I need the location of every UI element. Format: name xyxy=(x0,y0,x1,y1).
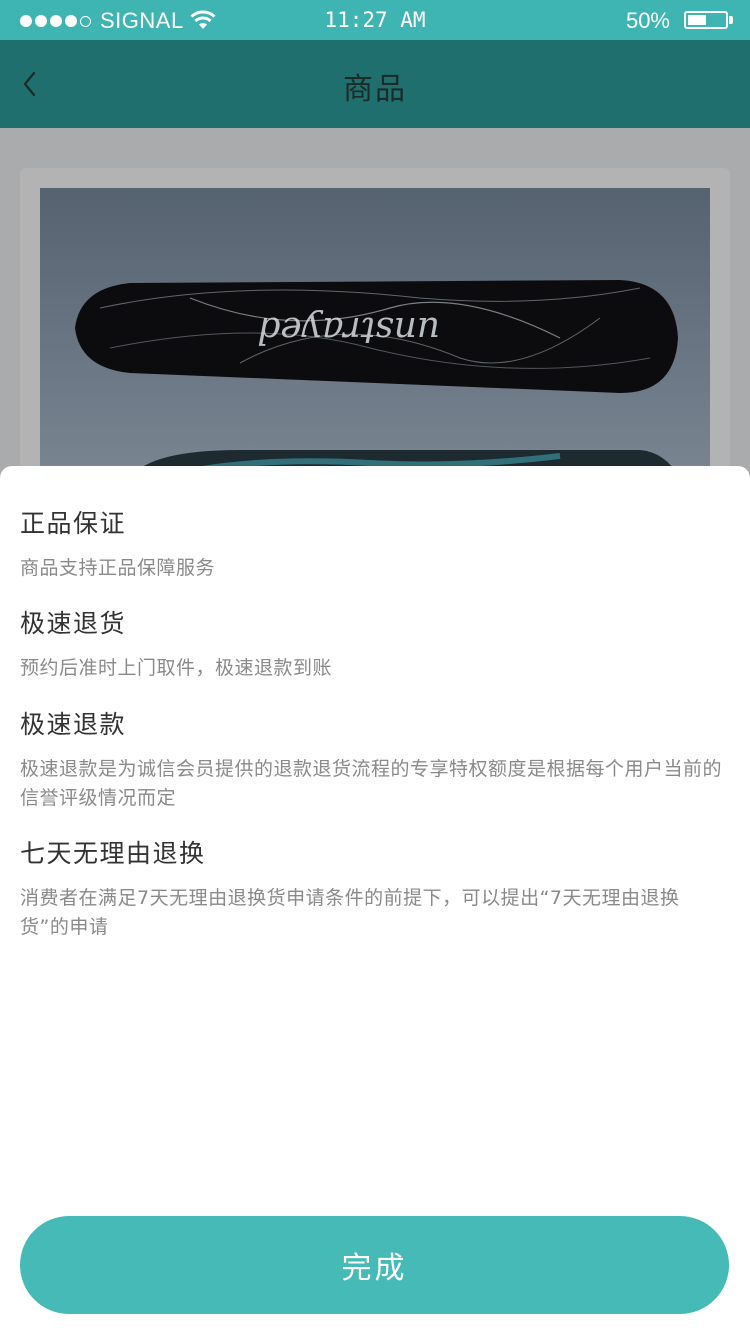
service-item-fast-return: 极速退货 预约后准时上门取件，极速退款到账 xyxy=(20,604,726,683)
service-title: 极速退货 xyxy=(20,609,127,638)
service-item-authentic: 正品保证 商品支持正品保障服务 xyxy=(20,504,726,583)
service-desc: 消费者在满足7天无理由退换货申请条件的前提下，可以提出“7天无理由退换货”的申请 xyxy=(20,887,680,938)
service-desc: 预约后准时上门取件，极速退款到账 xyxy=(20,657,333,679)
battery-icon xyxy=(684,11,728,29)
service-title: 正品保证 xyxy=(20,509,127,538)
service-title: 极速退款 xyxy=(20,710,127,739)
service-desc: 商品支持正品保障服务 xyxy=(20,557,216,579)
service-title: 七天无理由退换 xyxy=(20,839,206,868)
done-button[interactable]: 完成 xyxy=(20,1216,729,1314)
service-item-fast-refund: 极速退款 极速退款是为诚信会员提供的退款退货流程的专享特权额度是根据每个用户当前… xyxy=(20,705,726,813)
nav-bar: 商品 xyxy=(0,40,750,128)
snowboard-image: unstrayed xyxy=(40,188,710,478)
status-bar: SIGNAL 11:27 AM 50% xyxy=(0,0,750,40)
board-brand-text: unstrayed xyxy=(257,309,440,350)
service-item-7day-return: 七天无理由退换 消费者在满足7天无理由退换货申请条件的前提下，可以提出“7天无理… xyxy=(20,834,726,942)
battery-percentage: 50% xyxy=(625,8,670,33)
battery-tip xyxy=(729,16,733,24)
page-title: 商品 xyxy=(343,72,407,107)
service-desc: 极速退款是为诚信会员提供的退款退货流程的专享特权额度是根据每个用户当前的信誉评级… xyxy=(20,758,723,809)
